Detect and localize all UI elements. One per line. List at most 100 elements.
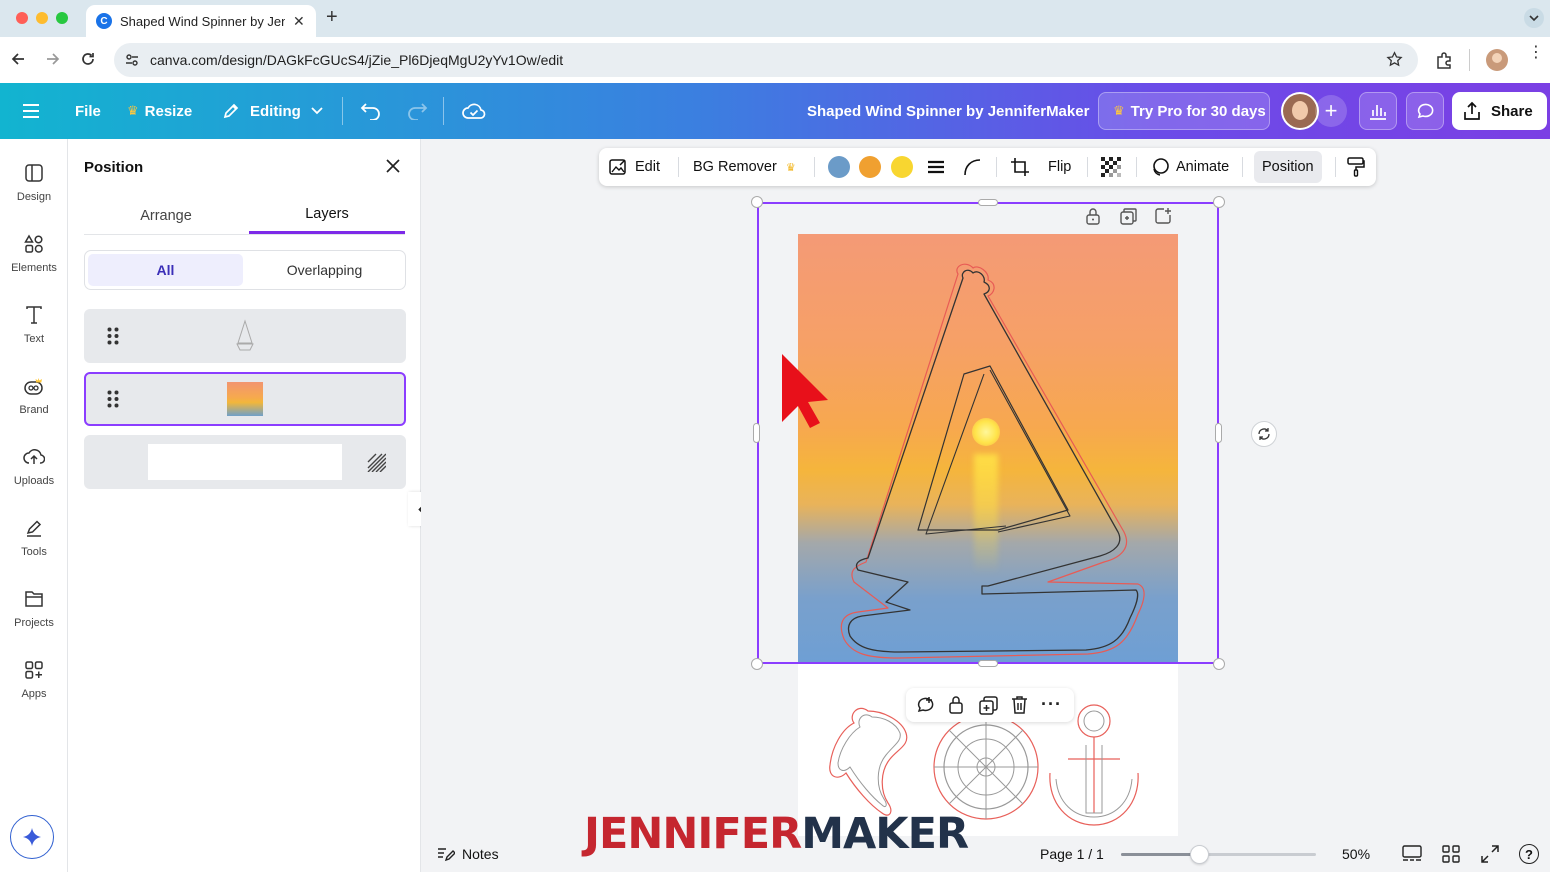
drag-handle-icon[interactable] <box>107 327 119 345</box>
zoom-level[interactable]: 50% <box>1342 846 1370 862</box>
crop-icon[interactable] <box>1010 148 1030 186</box>
transparency-icon[interactable] <box>1101 148 1121 186</box>
invite-plus-icon[interactable]: + <box>1315 95 1347 127</box>
color-swatch-yellow[interactable] <box>891 156 913 178</box>
add-comment-icon[interactable] <box>915 695 935 715</box>
resize-button[interactable]: ♛ Resize <box>127 83 192 139</box>
comments-icon[interactable] <box>1406 92 1444 130</box>
duplicate-page-icon[interactable] <box>1120 208 1137 225</box>
copy-style-icon[interactable] <box>1347 148 1365 186</box>
header-divider <box>342 97 343 125</box>
duplicate-element-icon[interactable] <box>979 696 998 715</box>
try-pro-button[interactable]: ♛ Try Pro for 30 days <box>1098 92 1270 130</box>
notes-icon <box>438 848 455 862</box>
border-style-icon[interactable] <box>927 148 945 186</box>
rail-item-projects[interactable]: Projects <box>0 589 68 651</box>
profile-avatar[interactable] <box>1486 49 1508 71</box>
close-window-button[interactable] <box>16 12 28 24</box>
extensions-icon[interactable] <box>1435 51 1453 69</box>
rail-item-design[interactable]: Design <box>0 163 68 225</box>
drag-handle-icon[interactable] <box>107 390 119 408</box>
layer-item-image[interactable] <box>84 372 406 426</box>
filter-overlapping-button[interactable]: Overlapping <box>247 254 402 286</box>
corner-rounding-icon[interactable] <box>963 148 981 186</box>
edit-label: Edit <box>635 159 660 175</box>
selection-frame <box>757 202 1219 664</box>
color-swatch-blue[interactable] <box>828 156 850 178</box>
rail-item-uploads[interactable]: Uploads <box>0 447 68 509</box>
tab-arrange[interactable]: Arrange <box>84 197 248 234</box>
projects-icon <box>25 591 43 607</box>
address-bar[interactable]: canva.com/design/DAGkFcGUcS4/jZie_Pl6Dje… <box>114 43 1418 77</box>
bg-remover-button[interactable]: BG Remover ♛ <box>693 148 796 186</box>
maximize-window-button[interactable] <box>56 12 68 24</box>
resize-handle[interactable] <box>751 658 763 670</box>
rail-item-apps[interactable]: Apps <box>0 660 68 722</box>
redo-icon[interactable] <box>406 83 428 139</box>
browser-tab[interactable]: C Shaped Wind Spinner by JenniferMaker ✕ <box>86 5 316 37</box>
lock-element-icon[interactable] <box>948 695 964 714</box>
filter-all-button[interactable]: All <box>88 254 243 286</box>
lock-page-icon[interactable] <box>1085 207 1101 225</box>
undo-icon[interactable] <box>360 83 382 139</box>
notes-button[interactable]: Notes <box>437 846 499 862</box>
rail-label: Tools <box>21 546 47 558</box>
resize-handle[interactable] <box>1213 196 1225 208</box>
animate-button[interactable]: Animate <box>1150 148 1229 186</box>
cloud-saved-icon[interactable] <box>462 83 486 139</box>
resize-handle[interactable] <box>753 423 760 443</box>
help-icon[interactable]: ? <box>1519 844 1539 864</box>
bookmark-star-icon[interactable] <box>1386 51 1403 68</box>
tab-close-icon[interactable]: ✕ <box>293 13 305 30</box>
layer-item-background[interactable] <box>84 435 406 489</box>
more-options-icon[interactable]: ··· <box>1041 694 1062 715</box>
flip-button[interactable]: Flip <box>1048 148 1071 186</box>
reload-icon[interactable] <box>80 51 96 67</box>
layer-item-outline[interactable] <box>84 309 406 363</box>
color-swatch-orange[interactable] <box>859 156 881 178</box>
edit-image-button[interactable]: Edit <box>609 148 660 186</box>
rotate-handle[interactable] <box>1251 421 1277 447</box>
rail-item-tools[interactable]: Tools <box>0 518 68 580</box>
grid-view-icon[interactable] <box>1442 845 1460 863</box>
site-settings-icon[interactable] <box>124 52 140 68</box>
toolbar-divider <box>1335 157 1336 177</box>
resize-handle[interactable] <box>978 660 998 667</box>
forward-icon[interactable] <box>45 51 61 67</box>
back-icon[interactable] <box>10 51 26 67</box>
minimize-window-button[interactable] <box>36 12 48 24</box>
insights-icon[interactable] <box>1359 92 1397 130</box>
resize-handle[interactable] <box>1213 658 1225 670</box>
fullscreen-icon[interactable] <box>1481 845 1499 863</box>
layer-filter-group: All Overlapping <box>84 250 406 290</box>
resize-handle[interactable] <box>1215 423 1222 443</box>
rail-item-brand[interactable]: Brand <box>0 376 68 438</box>
page-indicator[interactable]: Page 1 / 1 <box>1040 846 1104 862</box>
magic-assistant-button[interactable] <box>10 815 54 859</box>
rail-item-elements[interactable]: Elements <box>0 234 68 296</box>
resize-handle[interactable] <box>978 199 998 206</box>
new-tab-icon[interactable]: + <box>326 6 338 29</box>
close-panel-icon[interactable] <box>385 158 401 174</box>
position-panel: Position Arrange Layers All Overlapping <box>68 139 434 872</box>
share-button[interactable]: Share <box>1452 92 1547 130</box>
position-button[interactable]: Position <box>1254 151 1322 183</box>
main-menu-icon[interactable] <box>22 83 40 139</box>
file-menu-button[interactable]: File <box>75 83 101 139</box>
editing-mode-button[interactable]: Editing <box>222 83 323 139</box>
user-avatar[interactable] <box>1281 92 1319 130</box>
delete-element-icon[interactable] <box>1011 695 1028 714</box>
add-page-icon[interactable] <box>1155 207 1172 224</box>
tab-layers[interactable]: Layers <box>249 197 405 234</box>
rail-item-text[interactable]: Text <box>0 305 68 367</box>
document-title[interactable]: Shaped Wind Spinner by JenniferMaker <box>807 83 1089 139</box>
browser-menu-icon[interactable]: ⋮ <box>1528 45 1544 61</box>
pages-view-icon[interactable] <box>1402 845 1422 863</box>
resize-handle[interactable] <box>751 196 763 208</box>
share-upload-icon <box>1464 101 1480 120</box>
canva-favicon-icon: C <box>96 13 112 29</box>
toolbar-divider <box>996 157 997 177</box>
tab-search-icon[interactable] <box>1524 8 1544 28</box>
zoom-slider-track[interactable] <box>1121 845 1316 864</box>
zoom-slider-knob[interactable] <box>1190 845 1209 864</box>
